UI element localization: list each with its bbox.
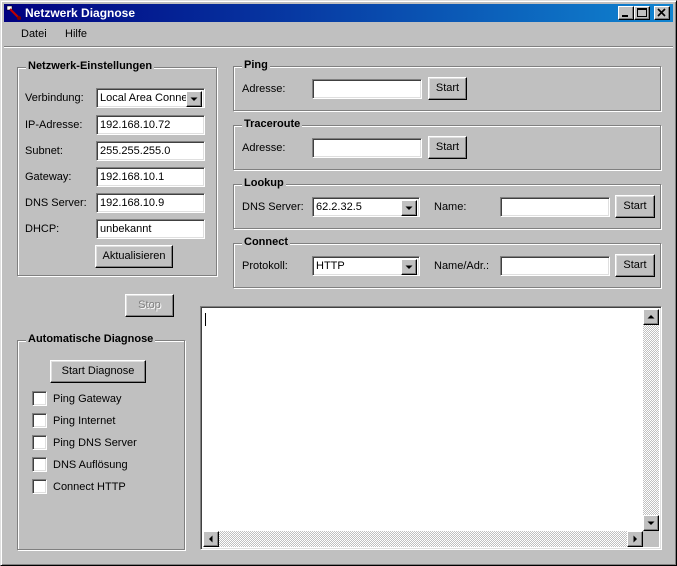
check-connect-http-label: Connect HTTP bbox=[53, 481, 126, 493]
dhcp-field[interactable]: unbekannt bbox=[96, 219, 205, 239]
lookup-group: Lookup DNS Server: 62.2.32.5 Name: Start bbox=[233, 177, 661, 229]
check-dns-resolution-label: DNS Auflösung bbox=[53, 459, 128, 471]
connect-protocol-dropdown-button[interactable] bbox=[401, 259, 417, 275]
check-ping-internet-label: Ping Internet bbox=[53, 415, 116, 427]
lookup-name-input[interactable] bbox=[500, 197, 610, 217]
check-ping-dns[interactable] bbox=[32, 435, 47, 450]
connect-title: Connect bbox=[242, 236, 290, 248]
menu-help[interactable]: Hilfe bbox=[65, 28, 87, 40]
chevron-down-icon bbox=[190, 97, 198, 101]
check-dns-resolution[interactable] bbox=[32, 457, 47, 472]
traceroute-start-button[interactable]: Start bbox=[428, 136, 467, 159]
vertical-scrollbar[interactable] bbox=[643, 309, 659, 531]
connection-label: Verbindung: bbox=[25, 92, 84, 104]
close-button[interactable] bbox=[654, 6, 670, 20]
start-diagnosis-button[interactable]: Start Diagnose bbox=[50, 360, 146, 383]
lookup-title: Lookup bbox=[242, 177, 286, 189]
lookup-name-label: Name: bbox=[434, 201, 467, 213]
connect-target-input[interactable] bbox=[500, 256, 610, 276]
maximize-icon bbox=[637, 8, 647, 17]
gateway-field[interactable]: 192.168.10.1 bbox=[96, 167, 205, 187]
main-window: Netzwerk Diagnose Datei Hilfe Netzwerk-E… bbox=[0, 0, 677, 566]
arrow-left-icon bbox=[209, 535, 213, 543]
traceroute-group: Traceroute Adresse: Start bbox=[233, 118, 661, 170]
traceroute-address-label: Adresse: bbox=[242, 142, 286, 154]
menu-separator bbox=[4, 46, 673, 48]
menu-bar: Datei Hilfe bbox=[4, 24, 673, 44]
lookup-start-button[interactable]: Start bbox=[615, 195, 655, 218]
connect-group: Connect Protokoll: HTTP Name/Adr.: Start bbox=[233, 236, 661, 288]
check-connect-http[interactable] bbox=[32, 479, 47, 494]
connection-dropdown-button[interactable] bbox=[186, 91, 202, 107]
lookup-dns-value: 62.2.32.5 bbox=[316, 201, 362, 213]
network-tool-icon[interactable] bbox=[6, 5, 22, 21]
connect-protocol-value: HTTP bbox=[316, 260, 345, 272]
chevron-down-icon bbox=[405, 265, 413, 269]
output-textarea[interactable] bbox=[200, 306, 662, 550]
title-bar[interactable]: Netzwerk Diagnose bbox=[4, 4, 673, 22]
lookup-dns-select[interactable]: 62.2.32.5 bbox=[312, 197, 420, 217]
minimize-icon bbox=[622, 15, 628, 17]
arrow-right-icon bbox=[633, 535, 637, 543]
maximize-button[interactable] bbox=[634, 6, 650, 20]
close-icon bbox=[657, 8, 666, 17]
scrollbar-corner bbox=[643, 531, 659, 547]
connect-protocol-label: Protokoll: bbox=[242, 260, 288, 272]
horizontal-scrollbar[interactable] bbox=[203, 531, 643, 547]
scroll-down-button[interactable] bbox=[643, 515, 659, 531]
connection-value: Local Area Connec bbox=[100, 92, 186, 104]
check-ping-gateway[interactable] bbox=[32, 391, 47, 406]
dns-server-label: DNS Server: bbox=[25, 197, 87, 209]
network-settings-group: Netzwerk-Einstellungen Verbindung: Local… bbox=[17, 60, 217, 276]
ping-address-input[interactable] bbox=[312, 79, 422, 99]
text-caret bbox=[205, 313, 206, 326]
menu-file[interactable]: Datei bbox=[21, 28, 47, 40]
chevron-down-icon bbox=[405, 206, 413, 210]
check-ping-gateway-label: Ping Gateway bbox=[53, 393, 122, 405]
subnet-label: Subnet: bbox=[25, 145, 63, 157]
scroll-right-button[interactable] bbox=[627, 531, 643, 547]
lookup-dns-label: DNS Server: bbox=[242, 201, 304, 213]
scroll-up-button[interactable] bbox=[643, 309, 659, 325]
connect-target-label: Name/Adr.: bbox=[434, 260, 490, 272]
check-ping-internet[interactable] bbox=[32, 413, 47, 428]
refresh-button[interactable]: Aktualisieren bbox=[95, 245, 173, 268]
auto-diagnosis-title: Automatische Diagnose bbox=[26, 333, 156, 345]
minimize-button[interactable] bbox=[618, 6, 634, 20]
ping-address-label: Adresse: bbox=[242, 83, 286, 95]
check-ping-dns-label: Ping DNS Server bbox=[53, 437, 137, 449]
traceroute-title: Traceroute bbox=[242, 118, 303, 130]
ip-label: IP-Adresse: bbox=[25, 119, 83, 131]
dhcp-label: DHCP: bbox=[25, 223, 60, 235]
ping-title: Ping bbox=[242, 59, 270, 71]
network-settings-title: Netzwerk-Einstellungen bbox=[26, 60, 155, 72]
scroll-left-button[interactable] bbox=[203, 531, 219, 547]
window-title: Netzwerk Diagnose bbox=[25, 6, 136, 20]
connection-select[interactable]: Local Area Connec bbox=[96, 88, 205, 108]
dns-server-field[interactable]: 192.168.10.9 bbox=[96, 193, 205, 213]
stop-button[interactable]: Stop bbox=[125, 294, 174, 317]
connect-start-button[interactable]: Start bbox=[615, 254, 655, 277]
traceroute-address-input[interactable] bbox=[312, 138, 422, 158]
ping-start-button[interactable]: Start bbox=[428, 77, 467, 100]
connect-protocol-select[interactable]: HTTP bbox=[312, 256, 420, 276]
arrow-down-icon bbox=[647, 521, 655, 525]
ip-field[interactable]: 192.168.10.72 bbox=[96, 115, 205, 135]
lookup-dns-dropdown-button[interactable] bbox=[401, 200, 417, 216]
arrow-up-icon bbox=[647, 315, 655, 319]
auto-diagnosis-group: Automatische Diagnose Start Diagnose Pin… bbox=[17, 333, 185, 550]
ping-group: Ping Adresse: Start bbox=[233, 59, 661, 111]
gateway-label: Gateway: bbox=[25, 171, 72, 183]
subnet-field[interactable]: 255.255.255.0 bbox=[96, 141, 205, 161]
